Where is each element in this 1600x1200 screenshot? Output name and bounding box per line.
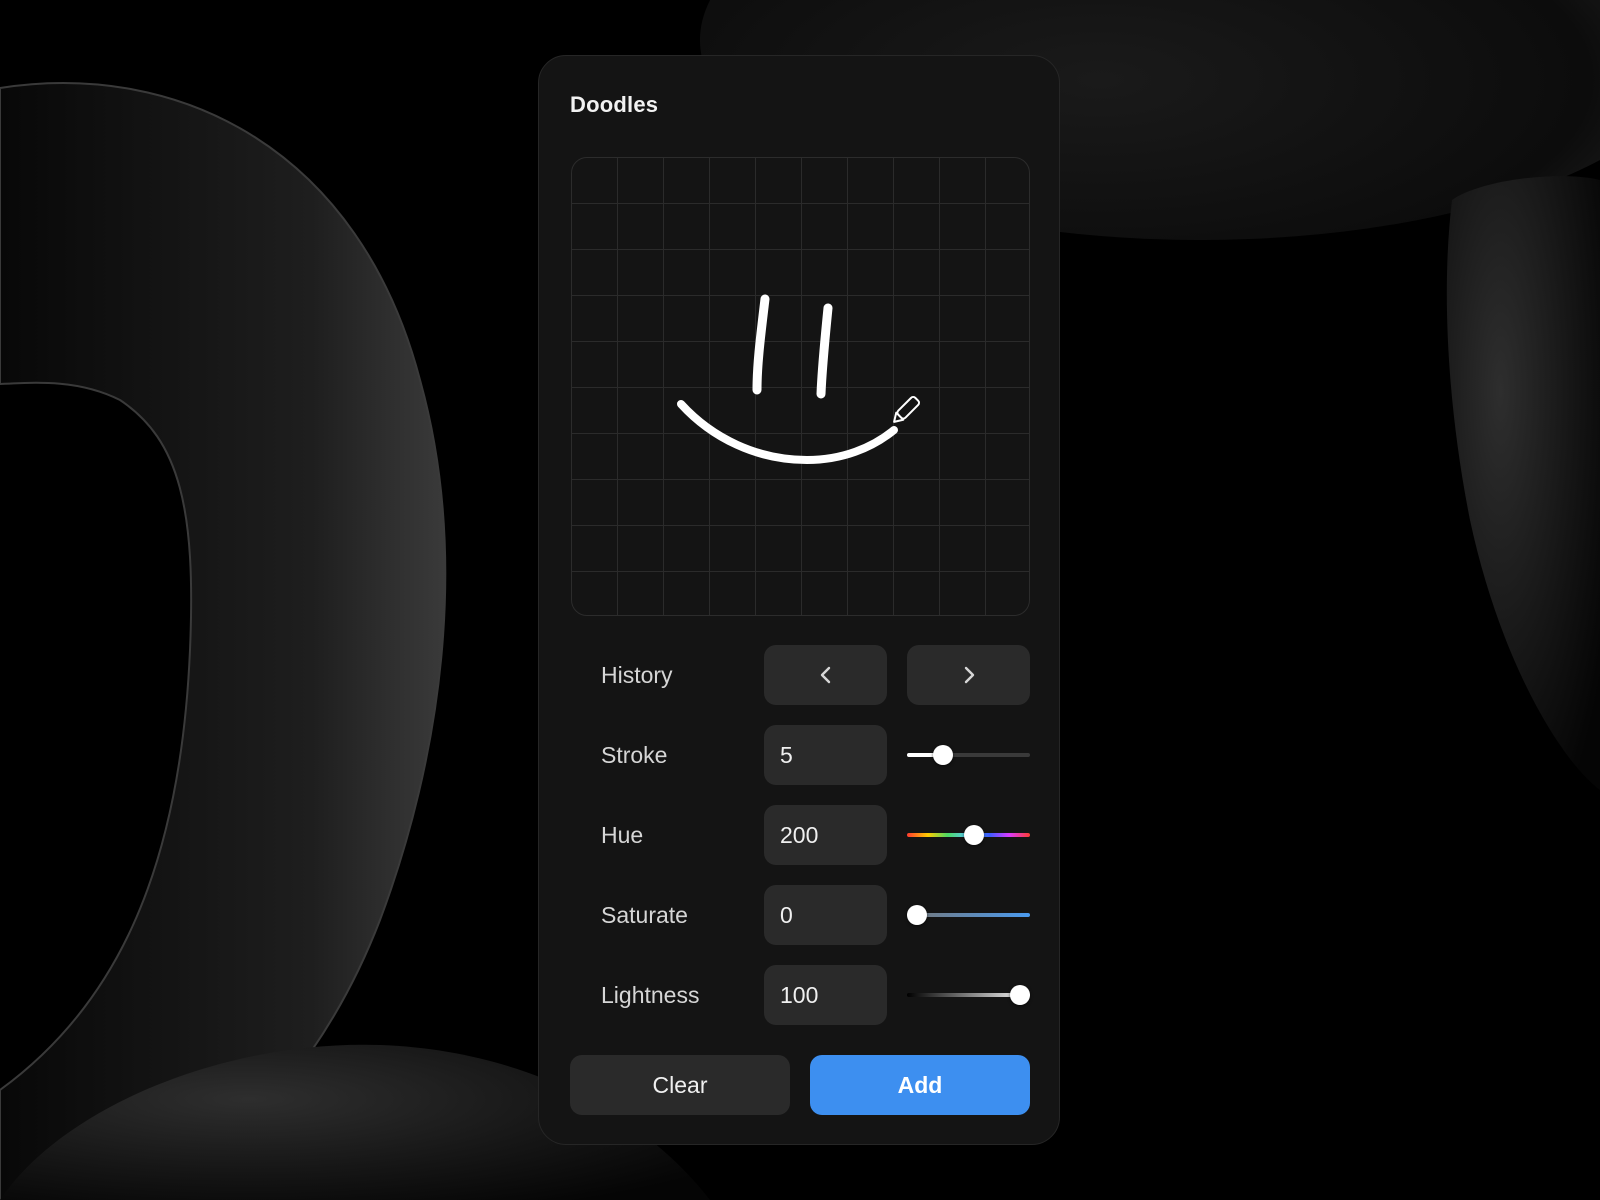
saturate-input[interactable]: 0 (764, 885, 887, 945)
clear-button[interactable]: Clear (570, 1055, 790, 1115)
doodle-stroke-left-eye (752, 294, 770, 395)
history-back-button[interactable] (764, 645, 887, 705)
hue-row: Hue 200 (571, 805, 1030, 865)
panel-title: Doodles (570, 92, 659, 117)
doodles-screen: Doodles History Stroke 5 Hue 200 Saturat… (0, 0, 1600, 1200)
stroke-slider-thumb[interactable] (932, 745, 953, 765)
stroke-input[interactable]: 5 (764, 725, 887, 785)
saturate-row: Saturate 0 (571, 885, 1030, 945)
lightness-row: Lightness 100 (571, 965, 1030, 1025)
hue-slider-thumb[interactable] (963, 825, 984, 845)
saturate-slider[interactable] (907, 885, 1030, 945)
doodle-drawing (677, 294, 921, 465)
doodle-stroke-mouth (677, 400, 898, 465)
saturate-slider-thumb[interactable] (907, 905, 927, 925)
stroke-row: Stroke 5 (571, 725, 1030, 785)
stroke-label: Stroke (601, 742, 668, 768)
right-edge-blob (1446, 176, 1600, 790)
hue-slider[interactable] (907, 805, 1030, 865)
lightness-slider-thumb[interactable] (1010, 985, 1030, 1005)
hue-input[interactable]: 200 (764, 805, 887, 865)
pen-icon (893, 395, 921, 423)
lightness-slider[interactable] (907, 965, 1030, 1025)
stroke-slider[interactable] (907, 725, 1030, 785)
history-label: History (601, 662, 673, 688)
left-blob (0, 82, 447, 1200)
lightness-label: Lightness (601, 982, 700, 1008)
doodles-panel: Doodles History Stroke 5 Hue 200 Saturat… (538, 55, 1060, 1145)
chevron-left-icon (820, 666, 830, 684)
history-row: History (571, 645, 1030, 705)
doodle-stroke-right-eye (816, 303, 833, 399)
chevron-right-icon (964, 666, 974, 684)
add-button[interactable]: Add (810, 1055, 1030, 1115)
drawing-canvas[interactable] (571, 157, 1030, 616)
hue-label: Hue (601, 822, 644, 848)
history-forward-button[interactable] (907, 645, 1030, 705)
lightness-input[interactable]: 100 (764, 965, 887, 1025)
saturate-label: Saturate (601, 902, 688, 928)
